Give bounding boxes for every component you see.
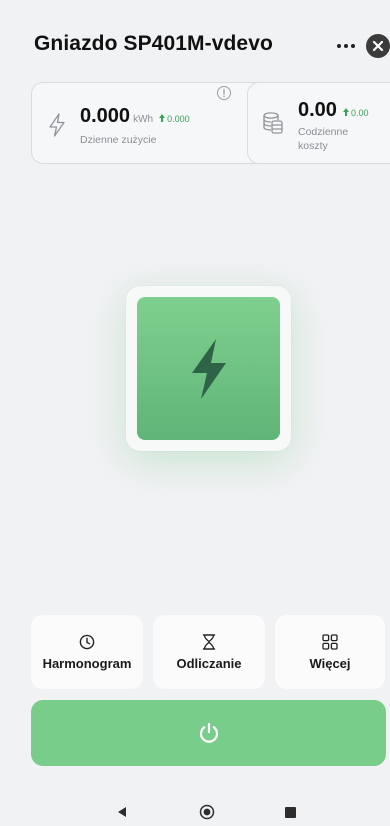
energy-value: 0.000 <box>80 105 131 127</box>
home-icon[interactable] <box>199 804 215 820</box>
hourglass-icon <box>202 633 216 650</box>
cost-value: 0.00 <box>298 99 337 121</box>
countdown-button[interactable]: Odliczanie <box>153 615 265 689</box>
header: Gniazdo SP401M-vdevo <box>0 0 390 84</box>
daily-energy-card[interactable]: 0.000 kWh 0.000 Dzienne zużycie <box>31 82 267 164</box>
countdown-label: Odliczanie <box>176 655 242 671</box>
more-options-button[interactable] <box>334 36 358 56</box>
lightning-bolt-icon <box>191 338 226 399</box>
close-icon <box>372 40 384 52</box>
more-options-icon <box>337 44 341 48</box>
grid-icon <box>322 633 338 650</box>
daily-cost-card[interactable]: 0.00 0.00 Codzienne koszty <box>247 82 390 164</box>
energy-unit: kWh <box>133 114 154 125</box>
power-switch-face[interactable] <box>137 297 280 440</box>
schedule-label: Harmonogram <box>42 655 132 671</box>
page-title: Gniazdo SP401M-vdevo <box>34 32 273 55</box>
power-switch-tile[interactable] <box>126 286 291 451</box>
close-button[interactable] <box>366 34 390 58</box>
info-icon[interactable] <box>216 85 232 101</box>
energy-delta: 0.000 <box>158 112 190 124</box>
recent-apps-icon[interactable] <box>285 807 296 818</box>
power-button[interactable] <box>31 700 386 766</box>
schedule-button[interactable]: Harmonogram <box>31 615 143 689</box>
cost-label: Codzienne koszty <box>298 126 349 152</box>
arrow-up-icon <box>159 114 166 122</box>
arrow-up-icon <box>342 108 349 116</box>
back-icon[interactable] <box>116 806 128 818</box>
more-label: Więcej <box>309 655 351 671</box>
cost-delta: 0.00 <box>342 106 368 118</box>
clock-icon <box>79 634 95 649</box>
system-navigation-bar <box>0 796 390 826</box>
lightning-outline-icon <box>49 113 65 137</box>
more-button[interactable]: Więcej <box>275 615 385 689</box>
energy-label: Dzienne zużycie <box>80 134 157 146</box>
coins-icon <box>263 112 283 134</box>
power-icon <box>199 722 218 743</box>
